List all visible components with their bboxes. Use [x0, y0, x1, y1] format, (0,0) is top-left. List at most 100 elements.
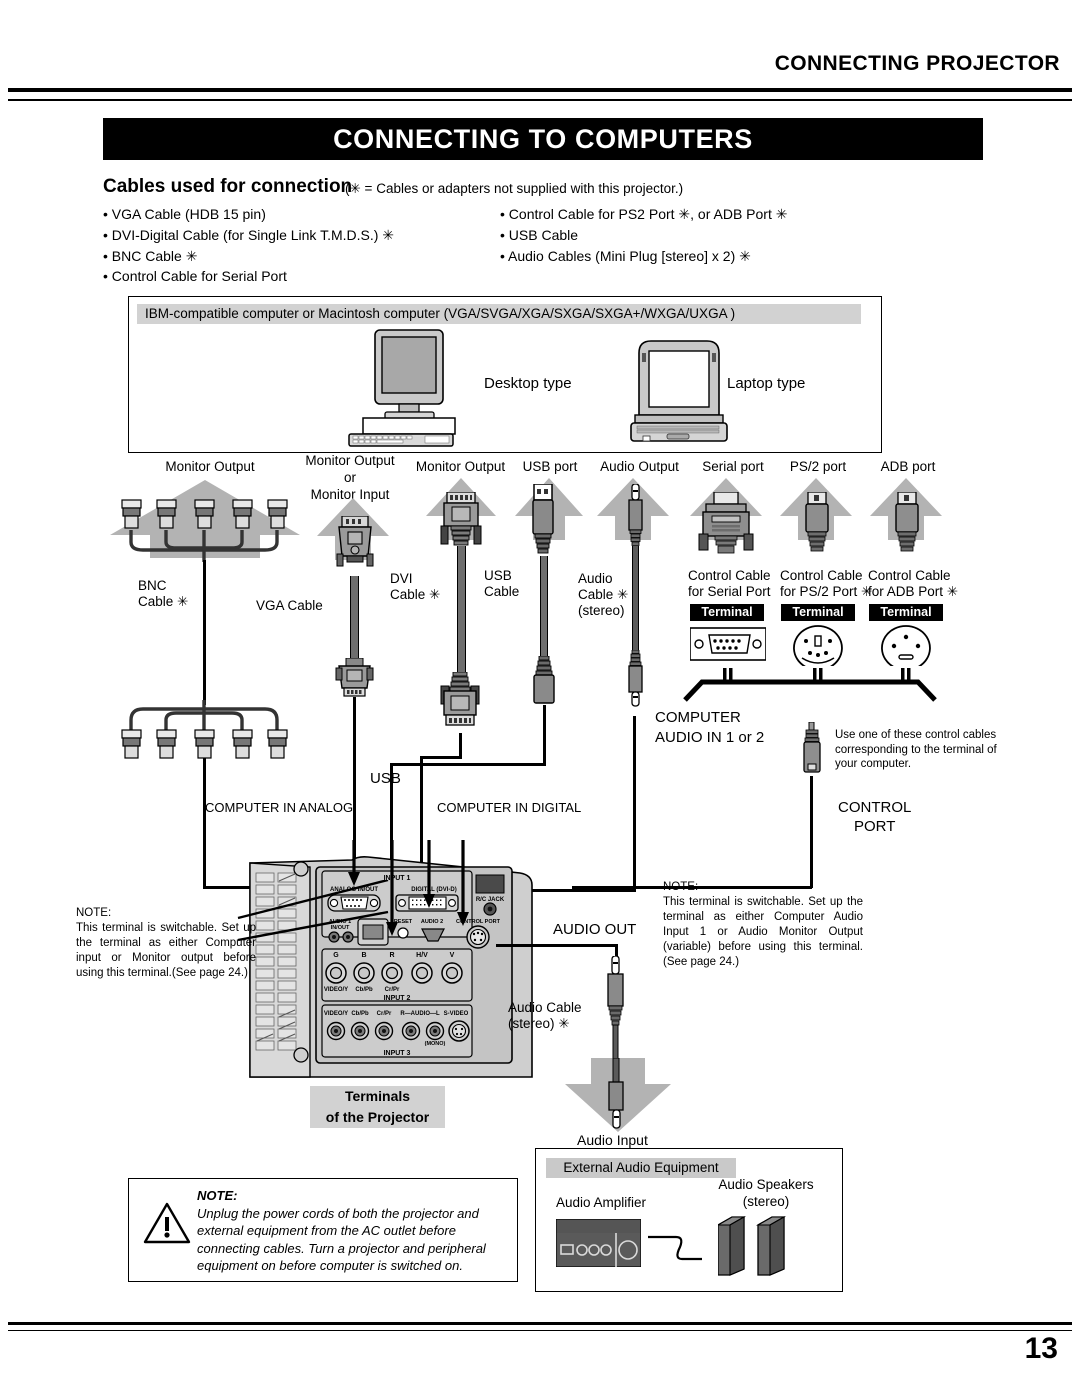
computer-in-digital-label: COMPUTER IN DIGITAL — [437, 800, 582, 815]
audio-input-plug — [608, 1058, 624, 1129]
computer-illustration-box: IBM-compatible computer or Macintosh com… — [128, 296, 882, 453]
cables-heading: Cables used for connection — [103, 176, 353, 197]
vga-cable-wire — [350, 576, 359, 662]
laptop-computer-illustration — [630, 340, 728, 442]
usb-cable-caption: USB Cable — [484, 568, 520, 599]
cable-item: • DVI-Digital Cable (for Single Link T.M… — [103, 227, 395, 243]
desktop-type-label: Desktop type — [484, 375, 572, 392]
audio-cable-wire — [632, 546, 639, 656]
computer-audio-in-label: COMPUTER AUDIO IN 1 or 2 — [655, 709, 765, 746]
vga-connector-bottom — [335, 658, 374, 697]
bnc-cable-line-lower — [203, 758, 206, 888]
manual-page: CONNECTING PROJECTOR CONNECTING TO COMPU… — [0, 0, 1080, 1397]
dvi-connector-bottom — [440, 672, 480, 726]
computer-in-analog-label: COMPUTER IN ANALOG — [205, 800, 354, 815]
dvi-line-seg2 — [420, 756, 462, 759]
audio-out-plug — [607, 956, 624, 1060]
svg-text:V: V — [450, 952, 455, 959]
audio-input-label: Audio Input — [577, 1132, 648, 1148]
bnc-cable-connectors-bottom — [121, 700, 288, 759]
audio-speakers-label-2: (stereo) — [742, 1194, 790, 1209]
usb-line-seg1 — [543, 705, 546, 765]
svg-text:INPUT 2: INPUT 2 — [384, 995, 411, 1002]
running-head: CONNECTING PROJECTOR — [774, 52, 1060, 75]
control-port-label: CONTROL PORT — [838, 799, 912, 835]
vga-cable-caption: VGA Cable — [256, 598, 323, 613]
speaker-wire — [648, 1235, 702, 1261]
ps2-connector — [805, 492, 829, 552]
audio-plug-bottom — [628, 650, 643, 707]
control-port-line — [810, 776, 813, 888]
cables-supply-note: (✳ = Cables or adapters not supplied wit… — [345, 181, 684, 196]
audio-cable-caption: Audio Cable ✳ (stereo) — [578, 571, 629, 618]
cable-item: • Control Cable for Serial Port — [103, 268, 287, 284]
audio-amplifier-label: Audio Amplifier — [556, 1195, 647, 1210]
laptop-type-label: Laptop type — [727, 375, 806, 392]
left-note: NOTE: This terminal is switchable. Set u… — [76, 907, 256, 979]
cable-item: • BNC Cable ✳ — [103, 248, 198, 264]
svg-text:Cr/Pr: Cr/Pr — [385, 987, 400, 993]
audio-amplifier-illustration — [556, 1219, 641, 1267]
page-title: CONNECTING TO COMPUTERS — [103, 118, 983, 160]
audio-speakers-label-1: Audio Speakers — [718, 1177, 814, 1192]
svg-text:Cb/Pb: Cb/Pb — [351, 1011, 369, 1017]
cable-item: • Control Cable for PS2 Port ✳, or ADB P… — [500, 206, 788, 222]
footer-rule — [8, 1322, 1072, 1331]
svg-text:VIDEO/Y: VIDEO/Y — [324, 987, 348, 993]
svg-text:H/V: H/V — [416, 952, 428, 959]
bnc-cable-line — [203, 560, 206, 705]
desktop-computer-illustration — [348, 329, 456, 447]
warning-triangle-icon — [143, 1202, 191, 1244]
serial-cable-caption: Control Cable for Serial Port — [688, 568, 771, 599]
adb-connector — [895, 492, 919, 552]
svg-text:INPUT 3: INPUT 3 — [384, 1050, 411, 1057]
port-label-bnc: Monitor Output — [165, 459, 255, 474]
vga-connector-top — [336, 516, 374, 567]
bnc-cable-caption: BNC Cable ✳ — [138, 578, 189, 609]
dvi-cable-caption: DVI Cable ✳ — [390, 571, 441, 602]
external-audio-title: External Audio Equipment — [546, 1158, 736, 1178]
svg-text:R: R — [389, 952, 394, 959]
port-label-vga-2: or — [343, 470, 356, 485]
svg-text:VIDEO/Y: VIDEO/Y — [324, 1011, 348, 1017]
terminals-of-projector-label: Terminals of the Projector — [310, 1086, 445, 1128]
svg-text:Cb/Pb: Cb/Pb — [355, 987, 373, 993]
usb-cable-wire — [540, 556, 548, 660]
cable-item: • Audio Cables (Mini Plug [stereo] x 2) … — [500, 248, 751, 264]
terminal-badge-serial: Terminal — [690, 604, 764, 621]
usb-diagram-label: USB — [370, 770, 401, 787]
page-number: 13 — [1024, 1332, 1058, 1365]
external-audio-box: External Audio Equipment Audio Amplifier… — [535, 1148, 843, 1292]
cable-item: • VGA Cable (HDB 15 pin) — [103, 206, 266, 222]
dvi-cable-wire — [457, 546, 466, 676]
port-label-audio: Audio Output — [600, 459, 679, 474]
right-note: NOTE: This terminal is switchable. Set u… — [663, 881, 863, 968]
port-label-vga-1: Monitor Output — [305, 453, 395, 468]
audio-speakers-illustration — [718, 1216, 787, 1276]
adb-cable-caption: Control Cable for ADB Port ✳ — [868, 568, 959, 599]
cable-item: • USB Cable — [500, 227, 579, 243]
port-label-adb: ADB port — [880, 459, 936, 474]
usb-line-seg2 — [390, 763, 546, 766]
terminal-badge-adb: Terminal — [869, 604, 943, 621]
svg-text:B: B — [361, 952, 366, 959]
control-cables-brace — [683, 679, 937, 702]
usb-connector-top — [532, 484, 554, 554]
svg-text:(MONO): (MONO) — [425, 1041, 446, 1047]
svg-text:G: G — [333, 952, 339, 959]
port-label-ps2: PS/2 port — [789, 459, 847, 474]
audio-out-label: AUDIO OUT — [553, 921, 637, 938]
port-label-dvi: Monitor Output — [415, 459, 506, 474]
svg-text:Cr/Pr: Cr/Pr — [377, 1011, 392, 1017]
control-port-plug — [803, 722, 821, 773]
terminal-badge-ps2: Terminal — [781, 604, 855, 621]
serial-connector — [698, 492, 754, 554]
serial-terminal-drawing — [690, 627, 766, 661]
port-label-serial: Serial port — [702, 459, 764, 474]
adb-terminal-drawing — [881, 625, 931, 666]
svg-text:R—AUDIO—L: R—AUDIO—L — [400, 1011, 440, 1017]
port-label-usb: USB port — [522, 459, 578, 474]
bnc-cable-connectors-top — [121, 499, 288, 562]
audio-cable-projector-caption: Audio Cable (stereo) ✳ — [508, 1000, 582, 1031]
svg-text:S-VIDEO: S-VIDEO — [444, 1011, 469, 1017]
